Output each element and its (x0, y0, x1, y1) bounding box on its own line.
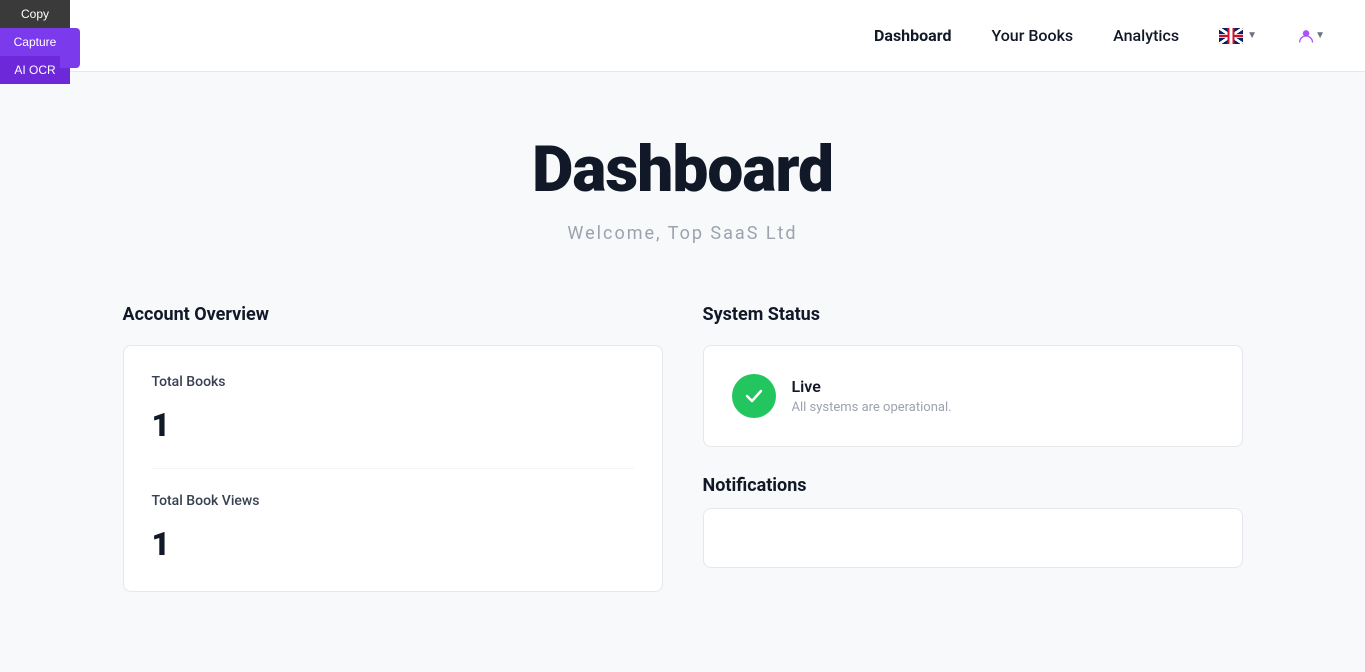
account-overview-title: Account Overview (123, 304, 663, 325)
user-chevron-icon: ▼ (1315, 30, 1325, 41)
total-book-views-value: 1 (152, 525, 634, 563)
floating-toolbar: Copy Capture AI OCR (0, 0, 70, 84)
page-title: Dashboard (123, 132, 1243, 207)
account-overview-card: Total Books 1 Total Book Views 1 (123, 345, 663, 592)
status-description: All systems are operational. (792, 400, 952, 415)
system-status-title: System Status (703, 304, 1243, 325)
hero-section: Dashboard Welcome, Top SaaS Ltd (123, 132, 1243, 244)
main-content: Dashboard Welcome, Top SaaS Ltd Account … (83, 72, 1283, 632)
account-overview-section: Account Overview Total Books 1 Total Boo… (123, 304, 663, 592)
notifications-title: Notifications (703, 475, 1243, 496)
lang-chevron-icon: ▼ (1247, 30, 1257, 41)
total-book-views-label: Total Book Views (152, 493, 634, 509)
status-row: Live All systems are operational. (732, 374, 1214, 418)
flag-uk-icon (1219, 28, 1243, 44)
status-live-icon (732, 374, 776, 418)
notifications-card (703, 508, 1243, 568)
status-label: Live (792, 377, 952, 396)
nav-analytics[interactable]: Analytics (1113, 26, 1179, 45)
system-status-card: Live All systems are operational. (703, 345, 1243, 447)
capture-indicator (60, 28, 80, 68)
nav-your-books[interactable]: Your Books (991, 26, 1073, 45)
copy-button[interactable]: Copy (0, 0, 70, 28)
navigation: Dashboard Your Books Analytics ▼ ▼ (0, 0, 1365, 72)
total-books-label: Total Books (152, 374, 634, 390)
dashboard-grid: Account Overview Total Books 1 Total Boo… (123, 304, 1243, 592)
nav-links: Dashboard Your Books Analytics ▼ ▼ (874, 22, 1325, 50)
stat-divider (152, 468, 634, 469)
total-books-value: 1 (152, 406, 634, 444)
language-selector[interactable]: ▼ (1219, 28, 1257, 44)
user-menu[interactable]: ▼ (1297, 22, 1325, 50)
hero-subtitle: Welcome, Top SaaS Ltd (123, 223, 1243, 244)
nav-dashboard[interactable]: Dashboard (874, 26, 951, 45)
right-column: System Status Live All systems are opera… (703, 304, 1243, 592)
status-text: Live All systems are operational. (792, 377, 952, 415)
